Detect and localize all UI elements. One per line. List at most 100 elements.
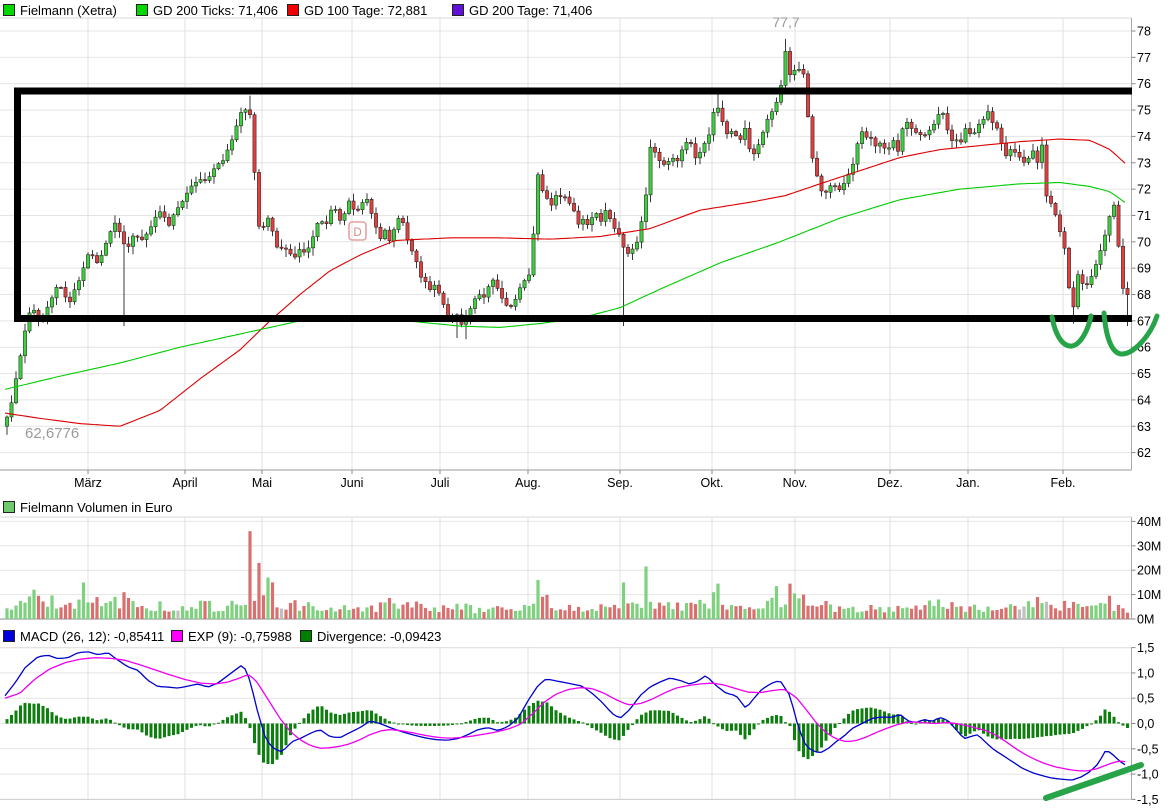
divergence-bar: [298, 723, 301, 724]
volume-bar: [568, 605, 571, 619]
divergence-bar: [82, 717, 85, 724]
divergence-bar: [1059, 724, 1062, 735]
volume-bar: [1085, 606, 1088, 619]
volume-bar: [482, 612, 485, 619]
divergence-bar: [564, 715, 567, 723]
divergence-bar: [640, 715, 643, 724]
candle-body: [1049, 196, 1052, 203]
divergence-bar: [271, 724, 274, 765]
candle-body: [946, 113, 949, 130]
divergence-bar: [1018, 724, 1021, 740]
divergence-bar: [114, 723, 117, 724]
divergence-bar: [555, 710, 558, 723]
volume-bar: [851, 607, 854, 619]
divergence-bar: [424, 724, 427, 727]
exp-line: [5, 658, 1125, 771]
candle-body: [140, 237, 143, 240]
macd-tick-label: 0,0: [1137, 717, 1154, 731]
volume-bar: [352, 609, 355, 619]
divergence-bar: [694, 721, 697, 724]
month-label: Jan.: [956, 476, 980, 490]
candle-body: [136, 236, 139, 237]
volume-bar: [104, 603, 107, 619]
candle-body: [734, 131, 737, 135]
candle-body: [887, 148, 890, 149]
volume-bar: [955, 607, 958, 619]
volume-bar: [374, 612, 377, 619]
price-tick-label: 70: [1137, 235, 1151, 249]
volume-bar: [266, 578, 269, 620]
volume-bar: [991, 610, 994, 619]
volume-bar: [901, 608, 904, 619]
volume-bar: [896, 606, 899, 619]
volume-bar: [761, 608, 764, 619]
volume-bar: [874, 609, 877, 619]
volume-bar: [707, 609, 710, 619]
candle-body: [608, 210, 611, 218]
candle-body: [649, 147, 652, 195]
volume-bar: [41, 602, 44, 620]
volume-bar: [752, 609, 755, 619]
volume-bar: [194, 609, 197, 619]
divergence-bar: [789, 724, 792, 727]
candle-body: [914, 129, 917, 133]
divergence-bar: [852, 711, 855, 724]
volume-bar: [212, 612, 215, 619]
candle-body: [226, 150, 229, 161]
price-tick-label: 75: [1137, 104, 1151, 118]
divergence-bar: [717, 724, 720, 727]
candle-body: [154, 217, 157, 227]
candle-body: [563, 197, 566, 198]
candle-body: [244, 110, 247, 113]
candle-body: [392, 230, 395, 241]
price-tick-label: 78: [1137, 25, 1151, 39]
candle-body: [995, 123, 998, 128]
candle-body: [604, 210, 607, 221]
volume-bar: [509, 609, 512, 619]
volume-bar: [406, 602, 409, 619]
price-volume-macd-chart[interactable]: 7877767574737271706968676665646362MärzAp…: [0, 0, 1175, 812]
candle-body: [577, 211, 580, 224]
divergence-bar: [478, 718, 481, 724]
divergence-bar: [1005, 724, 1008, 740]
candle-body: [527, 275, 530, 281]
candle-body: [658, 152, 661, 161]
candle-body: [829, 186, 832, 193]
price-tick-label: 65: [1137, 367, 1151, 381]
divergence-bar: [699, 719, 702, 723]
volume-bar: [185, 611, 188, 620]
divergence-bar: [1090, 724, 1093, 725]
candle-body: [266, 218, 269, 227]
candle-body: [743, 128, 746, 139]
volume-bar: [203, 601, 206, 619]
volume-bar: [1040, 603, 1043, 619]
volume-bar: [410, 608, 413, 620]
volume-bar: [703, 604, 706, 619]
candle-body: [766, 119, 769, 132]
volume-bar: [95, 597, 98, 619]
candle-body: [419, 262, 422, 277]
divergence-bar: [654, 710, 657, 723]
divergence-bar: [834, 724, 837, 729]
candle-body: [50, 298, 53, 307]
candle-body: [23, 331, 26, 356]
volume-bar: [262, 595, 265, 619]
divergence-bar: [775, 715, 778, 723]
candle-body: [496, 280, 499, 288]
volume-bar: [842, 609, 845, 619]
candle-body: [1027, 158, 1030, 162]
divergence-bar: [159, 724, 162, 739]
candle-body: [590, 218, 593, 225]
candle-body: [122, 232, 125, 244]
candle-body: [748, 128, 751, 149]
candle-body: [383, 230, 386, 239]
month-label: Juli: [431, 476, 450, 490]
divergence-bar: [37, 704, 40, 724]
volume-bar: [190, 607, 193, 619]
candle-body: [550, 198, 553, 205]
month-label: Feb.: [1050, 476, 1075, 490]
volume-bar: [5, 608, 8, 619]
divergence-bar: [573, 719, 576, 723]
volume-bar: [136, 607, 139, 619]
candle-body: [901, 129, 904, 152]
